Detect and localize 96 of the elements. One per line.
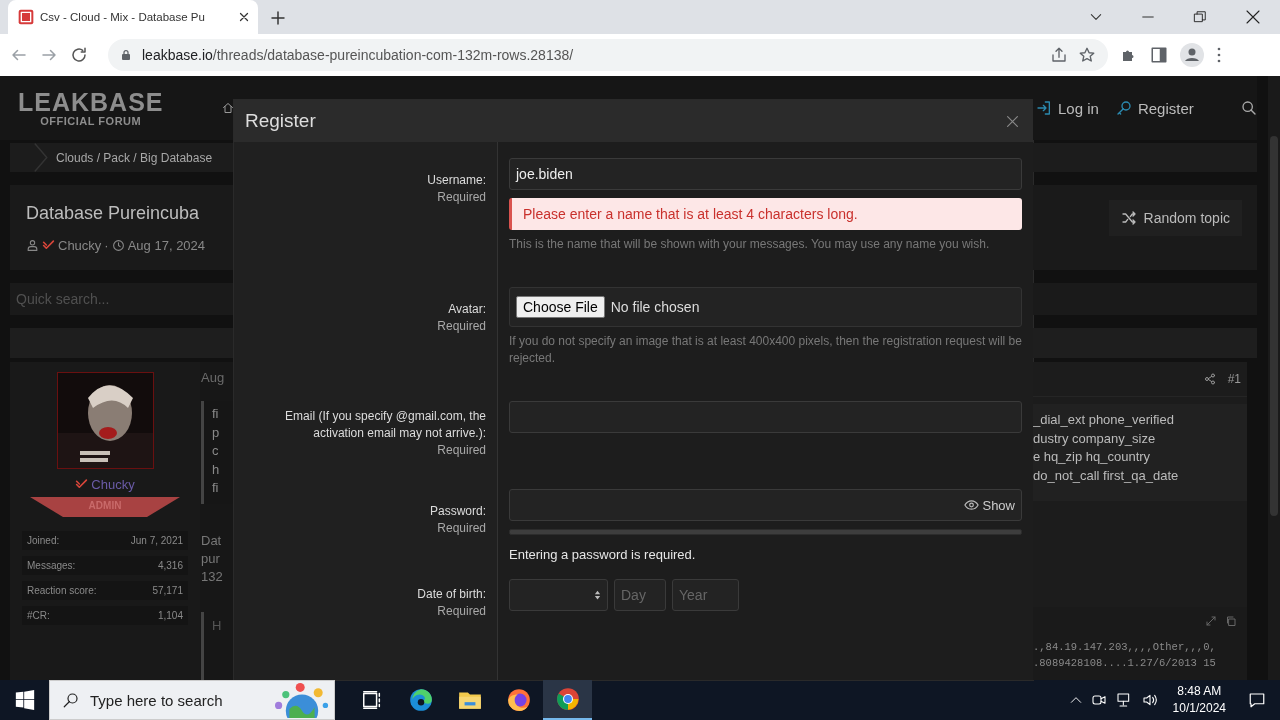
clock-time[interactable]: 8:48 AM [1177,683,1222,700]
search-icon [62,691,80,709]
clock-date[interactable]: 10/1/2024 [1172,700,1226,717]
stat-value: 4,316 [157,560,183,571]
login-icon [1036,100,1052,116]
thread-title: Database Pureincuba [26,203,201,224]
chrome-icon[interactable] [554,686,581,712]
field-label: Username: [427,172,486,189]
clock-icon [111,239,125,252]
author-link[interactable]: Chucky [58,238,102,253]
code-text: .,84.19.147.203,,,,Other,,,0, [1033,640,1217,655]
lock-icon [120,48,132,62]
task-view-icon[interactable] [360,689,383,711]
expand-icon[interactable] [1205,615,1217,627]
volume-icon[interactable] [1140,692,1159,708]
sidebar-icon[interactable] [1150,46,1168,64]
field-label: Avatar: [448,301,486,318]
required-note: Required [437,442,486,459]
restore-icon[interactable] [1193,10,1207,24]
quote-text: fi [212,405,220,423]
show-password-button[interactable]: Show [964,497,1015,513]
taskbar-search-field[interactable]: Type here to search [49,680,335,720]
shuffle-icon [1120,210,1137,226]
code-text: H [212,617,222,633]
share-icon[interactable] [1050,46,1068,64]
camera-icon[interactable] [1090,692,1107,708]
stat-value: Jun 7, 2021 [130,535,183,546]
quote-text: fi [212,479,220,497]
stat-label: Reaction score: [27,585,97,596]
username-field[interactable]: joe.biden [509,158,1022,190]
thread-date: Aug 17, 2024 [127,238,206,253]
quote-text: dustry company_size [1033,429,1157,448]
home-icon[interactable] [222,101,234,115]
required-note: Required [437,603,486,620]
code-text: .8089428108....1.27/6/2013 15 [1033,656,1217,671]
updown-icon [594,589,601,601]
post-text: 132 [201,567,224,586]
share-icon[interactable] [1203,373,1216,385]
post-number-link[interactable]: #1 [1227,372,1241,386]
nav-link[interactable]: Log in [1036,99,1099,117]
post-date: Aug [201,370,226,385]
validation-message: Entering a password is required. [509,547,697,562]
browser-icon[interactable] [407,687,434,713]
post-text: pur [201,549,221,568]
quote-text: h [212,460,221,479]
file-status: No file chosen [610,299,700,315]
browser-tab[interactable]: Csv - Cloud - Mix - Database Pu [8,0,258,34]
email-field[interactable] [509,401,1022,433]
new-tab-icon[interactable] [270,10,286,26]
choose-file-button[interactable]: Choose File [516,296,605,318]
profile-icon[interactable] [1180,43,1204,67]
copy-icon[interactable] [1225,615,1237,627]
field-label: Date of birth: [417,586,486,603]
star-icon[interactable] [1078,46,1096,64]
quote-text: p [212,423,221,442]
close-tab-icon[interactable] [238,11,250,23]
fox-globe-icon[interactable] [505,687,532,713]
password-field[interactable]: Show [509,489,1022,521]
check-icon [42,239,55,252]
stat-label: Joined: [27,535,60,546]
quote-text: _dial_ext phone_verified [1033,411,1175,429]
nav-link[interactable]: Register [1115,99,1194,117]
reload-icon[interactable] [70,46,88,64]
favicon-icon [18,9,34,25]
check-icon [75,478,89,491]
stat-value: 57,171 [152,585,183,596]
separator-dot: · [104,238,109,253]
menu-icon[interactable] [1216,46,1222,64]
stat-label: #CR: [27,610,50,621]
error-message: Please enter a name that is at least 4 characters long. [509,198,1022,230]
required-note: Required [437,189,486,206]
dialog-title: Register [245,110,317,132]
chevron-icon [34,143,48,172]
close-icon[interactable] [1245,9,1261,25]
required-note: Required [437,318,486,335]
stat-label: Messages: [27,560,76,571]
quote-text: do_not_call first_qa_date [1033,466,1180,485]
post-text: Dat [201,531,223,550]
field-label: Email (If you specify @gmail.com, the activation email may not arrive.): [284,408,486,442]
scrollbar-thumb[interactable] [1270,136,1278,516]
required-note: Required [437,520,486,537]
address-bar[interactable]: leakbase.io/threads/database-pureincubation-com-132m-rows.28138/ [108,39,1108,71]
field-label: Password: [429,503,486,520]
windows-icon[interactable] [15,690,35,710]
file-input[interactable]: Choose File No file chosen [509,287,1022,327]
quote-text: e hq_zip hq_country [1033,448,1152,466]
hint-text: If you do not specify an image that is at least 400x400 pixels, then the registration request will be rejected. [509,333,1022,367]
hint-text: This is the name that will be shown with your messages. You may use any name you wish. [509,236,991,253]
random-topic-button[interactable]: Random topic [1108,200,1242,236]
search-icon[interactable] [1241,100,1257,116]
stat-value: 1,104 [157,610,183,621]
eye-icon [964,499,980,511]
quote-text: c [212,442,220,460]
key-icon [1115,100,1132,116]
notification-icon[interactable] [1248,691,1266,709]
user-icon [26,239,39,252]
